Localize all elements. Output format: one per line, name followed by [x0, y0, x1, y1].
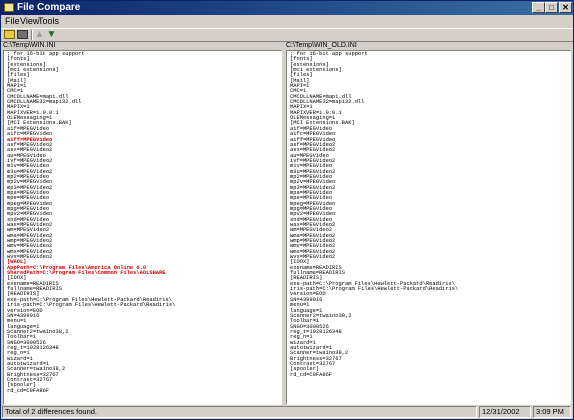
app-icon [4, 3, 14, 12]
file-line: rd_cd=C9FA86F [290, 371, 333, 378]
left-file-pane[interactable]: ; for 16-bit app support [fonts] [extensio… [3, 50, 282, 405]
window-title: File Compare [17, 2, 81, 13]
menu-file[interactable]: File [5, 15, 20, 28]
minimize-button[interactable]: _ [532, 2, 545, 13]
up-arrow-icon[interactable]: ▲ [34, 30, 45, 40]
close-button[interactable]: ✕ [559, 2, 572, 13]
toolbar-separator [31, 30, 33, 40]
menu-tools[interactable]: Tools [38, 15, 59, 28]
status-time: 3:09 PM [533, 406, 571, 418]
down-arrow-icon[interactable]: ▼ [46, 30, 57, 40]
file-line: rd_cd=C9FA86F [7, 387, 50, 394]
printer-icon[interactable] [17, 30, 28, 39]
file-compare-window: File Compare _ □ ✕ File View Tools ▲ ▼ C… [0, 0, 574, 420]
maximize-button[interactable]: □ [545, 2, 558, 13]
right-file-pane[interactable]: ; for 16-bit app support [fonts] [extensio… [286, 50, 571, 405]
open-folder-icon[interactable] [4, 30, 15, 39]
right-file-lines: ; for 16-bit app support [fonts] [extensio… [290, 51, 568, 378]
toolbar: ▲ ▼ [1, 28, 573, 42]
right-file-path: C:\Temp\WIN_OLD.INI [286, 42, 357, 49]
status-message: Total of 2 differences found. [2, 406, 477, 418]
status-bar: Total of 2 differences found. 12/31/2002… [1, 405, 573, 419]
menu-bar: File View Tools [1, 15, 573, 28]
status-date: 12/31/2002 [479, 406, 531, 418]
left-file-path: C:\Temp\WIN.INI [3, 42, 56, 49]
left-file-lines: ; for 16-bit app support [fonts] [extensio… [7, 51, 279, 394]
menu-view[interactable]: View [20, 15, 39, 28]
title-bar[interactable]: File Compare _ □ ✕ [1, 1, 573, 15]
